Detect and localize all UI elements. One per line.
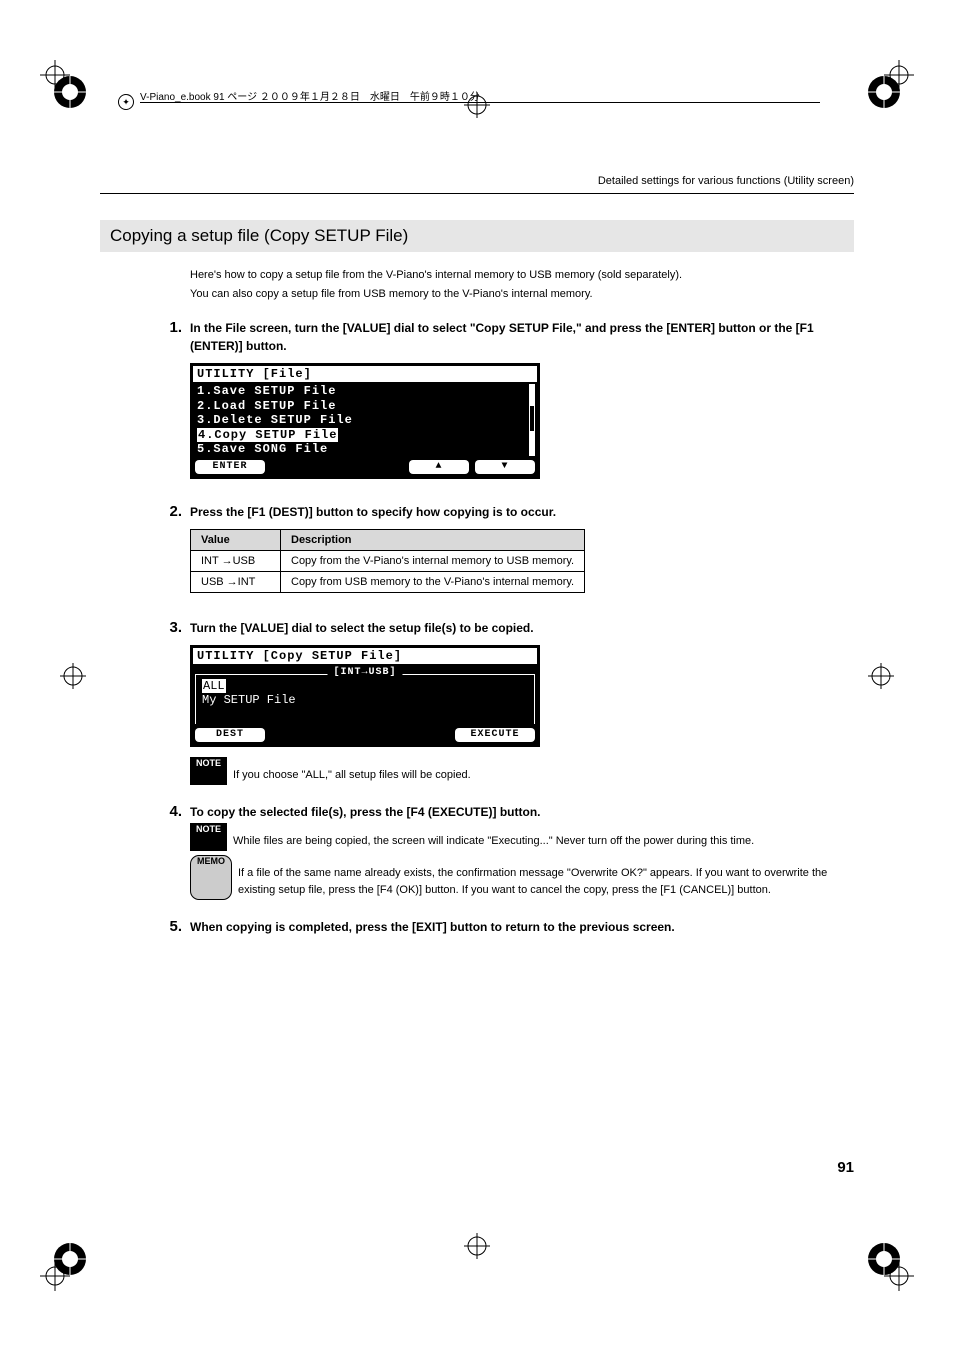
lcd-line: My SETUP File (202, 693, 528, 707)
binding-text: V-Piano_e.book 91 ページ ２００９年１月２８日 水曜日 午前９… (140, 88, 480, 103)
lcd-line: 3.Delete SETUP File (197, 413, 533, 427)
lcd-title: UTILITY [Copy SETUP File] (193, 648, 537, 664)
binding-icon: ✦ (118, 94, 134, 110)
step-number: 4. (164, 803, 190, 910)
table-row: USB →INT Copy from USB memory to the V-P… (191, 572, 585, 593)
table-cell: Copy from USB memory to the V-Piano's in… (281, 572, 585, 593)
lcd-title: UTILITY [File] (193, 366, 537, 382)
step-1: 1. In the File screen, turn the [VALUE] … (100, 319, 854, 495)
note-row: NOTE While files are being copied, the s… (190, 823, 854, 851)
value-description-table: Value Description INT →USB Copy from the… (190, 529, 585, 593)
table-header: Description (281, 530, 585, 551)
registration-edge-left (60, 663, 86, 689)
step-number: 1. (164, 319, 190, 495)
step-4: 4. To copy the selected file(s), press t… (100, 803, 854, 910)
lcd-line-highlighted: 4.Copy SETUP File (197, 428, 533, 442)
step-2: 2. Press the [F1 (DEST)] button to speci… (100, 503, 854, 611)
step-text: When copying is completed, press the [EX… (190, 918, 854, 936)
step-number: 5. (164, 918, 190, 944)
step-5: 5. When copying is completed, press the … (100, 918, 854, 944)
lcd-line-highlighted: ALL (202, 679, 528, 693)
step-text: Press the [F1 (DEST)] button to specify … (190, 503, 854, 521)
step-number: 3. (164, 619, 190, 795)
crop-mark-br (884, 1261, 914, 1291)
lcd-button-dest: DEST (195, 728, 265, 742)
step-text: To copy the selected file(s), press the … (190, 803, 854, 821)
table-cell: Copy from the V-Piano's internal memory … (281, 551, 585, 572)
step-number: 2. (164, 503, 190, 611)
note-badge: NOTE (190, 823, 227, 851)
table-cell: USB →INT (191, 572, 281, 593)
lcd-screen-1: UTILITY [File] 1.Save SETUP File 2.Load … (190, 363, 540, 479)
lcd-line: 5.Save SONG File (197, 442, 533, 456)
lcd-line: 1.Save SETUP File (197, 384, 533, 398)
step-text: In the File screen, turn the [VALUE] dia… (190, 319, 854, 355)
crop-mark-tl (40, 60, 70, 90)
intro-line-1: Here's how to copy a setup file from the… (190, 266, 854, 285)
table-header-row: Value Description (191, 530, 585, 551)
lcd-footer: ENTER ▲ ▼ (193, 460, 537, 476)
step-text: Turn the [VALUE] dial to select the setu… (190, 619, 854, 637)
running-header: Detailed settings for various functions … (100, 125, 854, 187)
table-header: Value (191, 530, 281, 551)
memo-badge: MEMO (190, 855, 232, 900)
step-3: 3. Turn the [VALUE] dial to select the s… (100, 619, 854, 795)
lcd-button-up: ▲ (409, 460, 469, 474)
note-row: NOTE If you choose "ALL," all setup file… (190, 757, 854, 785)
intro-block: Here's how to copy a setup file from the… (190, 266, 854, 303)
registration-edge-bottom (464, 1233, 490, 1259)
lcd-frame: [INT→USB] ALL My SETUP File (195, 674, 535, 724)
lcd-line: 2.Load SETUP File (197, 399, 533, 413)
intro-line-2: You can also copy a setup file from USB … (190, 285, 854, 304)
memo-text: If a file of the same name already exist… (238, 855, 854, 900)
lcd-button-down: ▼ (475, 460, 535, 474)
registration-edge-right (868, 663, 894, 689)
lcd-subtitle: [INT→USB] (327, 667, 402, 678)
crop-mark-bl (40, 1261, 70, 1291)
lcd-button-enter: ENTER (195, 460, 265, 474)
table-row: INT →USB Copy from the V-Piano's interna… (191, 551, 585, 572)
note-text: If you choose "ALL," all setup files wil… (233, 757, 471, 785)
section-title: Copying a setup file (Copy SETUP File) (100, 220, 854, 252)
binding-line: V-Piano_e.book 91 ページ ２００９年１月２８日 水曜日 午前９… (140, 102, 820, 103)
binding-info: ✦ V-Piano_e.book 91 ページ ２００９年１月２８日 水曜日 午… (118, 94, 820, 110)
note-badge: NOTE (190, 757, 227, 785)
lcd-screen-2: UTILITY [Copy SETUP File] [INT→USB] ALL … (190, 645, 540, 747)
memo-row: MEMO If a file of the same name already … (190, 855, 854, 900)
lcd-footer: DEST EXECUTE (193, 728, 537, 744)
header-rule (100, 193, 854, 194)
lcd-button-execute: EXECUTE (455, 728, 535, 742)
page-content: Detailed settings for various functions … (100, 125, 854, 1226)
lcd-scrollbar (529, 384, 535, 456)
page-number: 91 (837, 1159, 854, 1176)
table-cell: INT →USB (191, 551, 281, 572)
crop-mark-tr (884, 60, 914, 90)
note-text: While files are being copied, the screen… (233, 823, 754, 851)
